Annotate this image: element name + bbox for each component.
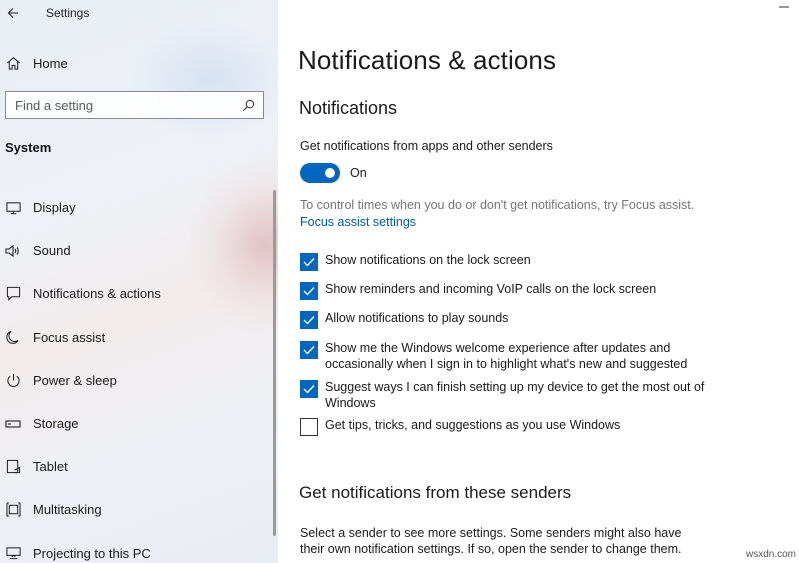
sidebar-item-display[interactable]: Display — [0, 186, 278, 229]
main-content: Notifications & actions Notifications Ge… — [278, 0, 800, 563]
sidebar-item-label: Power & sleep — [33, 372, 117, 388]
power-icon — [5, 372, 21, 388]
title-bar: Settings — [0, 0, 278, 26]
notifications-toggle-row: On — [300, 163, 367, 183]
storage-icon — [5, 416, 21, 432]
option-tips-tricks[interactable]: Get tips, tricks, and suggestions as you… — [300, 417, 720, 436]
option-welcome-experience[interactable]: Show me the Windows welcome experience a… — [300, 340, 705, 372]
checkbox-checked[interactable] — [300, 380, 318, 398]
notifications-toggle[interactable] — [300, 163, 340, 183]
sidebar-item-sound[interactable]: Sound — [0, 229, 278, 272]
speaker-icon — [5, 243, 21, 259]
monitor-icon — [5, 200, 21, 216]
search-icon[interactable] — [242, 99, 255, 112]
senders-description: Select a sender to see more settings. So… — [300, 526, 682, 556]
option-finish-setup[interactable]: Suggest ways I can finish setting up my … — [300, 379, 710, 411]
search-input[interactable] — [15, 97, 215, 113]
back-button[interactable] — [0, 0, 26, 26]
sidebar-nav: Display Sound Notifications & actions Fo… — [0, 186, 278, 563]
background-glow — [130, 20, 278, 140]
sidebar: Settings Home System Display Sound — [0, 0, 278, 563]
sidebar-item-label: Focus assist — [33, 329, 106, 345]
sidebar-item-multitasking[interactable]: Multitasking — [0, 488, 278, 531]
back-arrow-icon — [7, 8, 18, 18]
sidebar-item-home[interactable]: Home — [0, 50, 278, 76]
sidebar-item-label: Sound — [33, 243, 71, 259]
sidebar-item-label: Notifications & actions — [33, 286, 161, 302]
moon-icon — [5, 329, 21, 345]
option-label: Show reminders and incoming VoIP calls o… — [325, 282, 657, 296]
sidebar-item-label: Multitasking — [33, 502, 102, 518]
option-label: Show me the Windows welcome experience a… — [325, 341, 688, 371]
option-label: Allow notifications to play sounds — [325, 311, 509, 325]
checkbox-checked[interactable] — [300, 311, 318, 329]
option-label: Get tips, tricks, and suggestions as you… — [325, 418, 621, 432]
watermark: wsxdn.com — [745, 549, 796, 560]
notification-icon — [5, 286, 21, 302]
option-voip-lock-screen[interactable]: Show reminders and incoming VoIP calls o… — [300, 281, 720, 300]
sidebar-item-label: Display — [33, 200, 76, 216]
checkbox-checked[interactable] — [300, 253, 318, 271]
checkmark-icon — [303, 287, 315, 296]
multitasking-icon — [5, 502, 21, 518]
sidebar-item-storage[interactable]: Storage — [0, 402, 278, 445]
sidebar-item-tablet[interactable]: Tablet — [0, 445, 278, 488]
option-label: Suggest ways I can finish setting up my … — [325, 380, 705, 410]
checkmark-icon — [303, 316, 315, 325]
checkbox-checked[interactable] — [300, 282, 318, 300]
toggle-caption: Get notifications from apps and other se… — [300, 139, 553, 153]
option-play-sounds[interactable]: Allow notifications to play sounds — [300, 310, 720, 329]
search-box — [5, 91, 264, 119]
sidebar-item-notifications[interactable]: Notifications & actions — [0, 272, 278, 315]
toggle-state-label: On — [350, 166, 367, 180]
home-icon — [5, 55, 21, 71]
minimize-icon[interactable] — [778, 4, 790, 10]
sidebar-item-power-sleep[interactable]: Power & sleep — [0, 359, 278, 402]
focus-assist-link[interactable]: Focus assist settings — [300, 215, 416, 229]
checkmark-icon — [303, 258, 315, 267]
projector-icon — [5, 545, 21, 561]
option-lock-screen[interactable]: Show notifications on the lock screen — [300, 252, 720, 271]
sidebar-item-projecting[interactable]: Projecting to this PC — [0, 532, 278, 563]
toggle-knob — [325, 168, 335, 178]
checkmark-icon — [303, 385, 315, 394]
sidebar-item-label: Tablet — [33, 459, 68, 475]
app-title: Settings — [46, 6, 90, 20]
focus-assist-hint: To control times when you do or don't ge… — [300, 198, 695, 212]
checkbox-unchecked[interactable] — [300, 418, 318, 436]
sidebar-item-label: Storage — [33, 416, 79, 432]
sidebar-item-label: Projecting to this PC — [33, 545, 151, 561]
senders-section-title: Get notifications from these senders — [299, 483, 572, 502]
sidebar-scrollbar[interactable] — [273, 190, 276, 536]
page-title: Notifications & actions — [298, 45, 557, 75]
sidebar-item-label: Home — [33, 55, 68, 71]
sidebar-item-focus-assist[interactable]: Focus assist — [0, 316, 278, 359]
section-title: Notifications — [299, 98, 398, 118]
section-heading: System — [5, 140, 52, 155]
option-label: Show notifications on the lock screen — [325, 253, 531, 267]
checkmark-icon — [303, 346, 315, 355]
checkbox-checked[interactable] — [300, 341, 318, 359]
tablet-icon — [5, 459, 21, 475]
